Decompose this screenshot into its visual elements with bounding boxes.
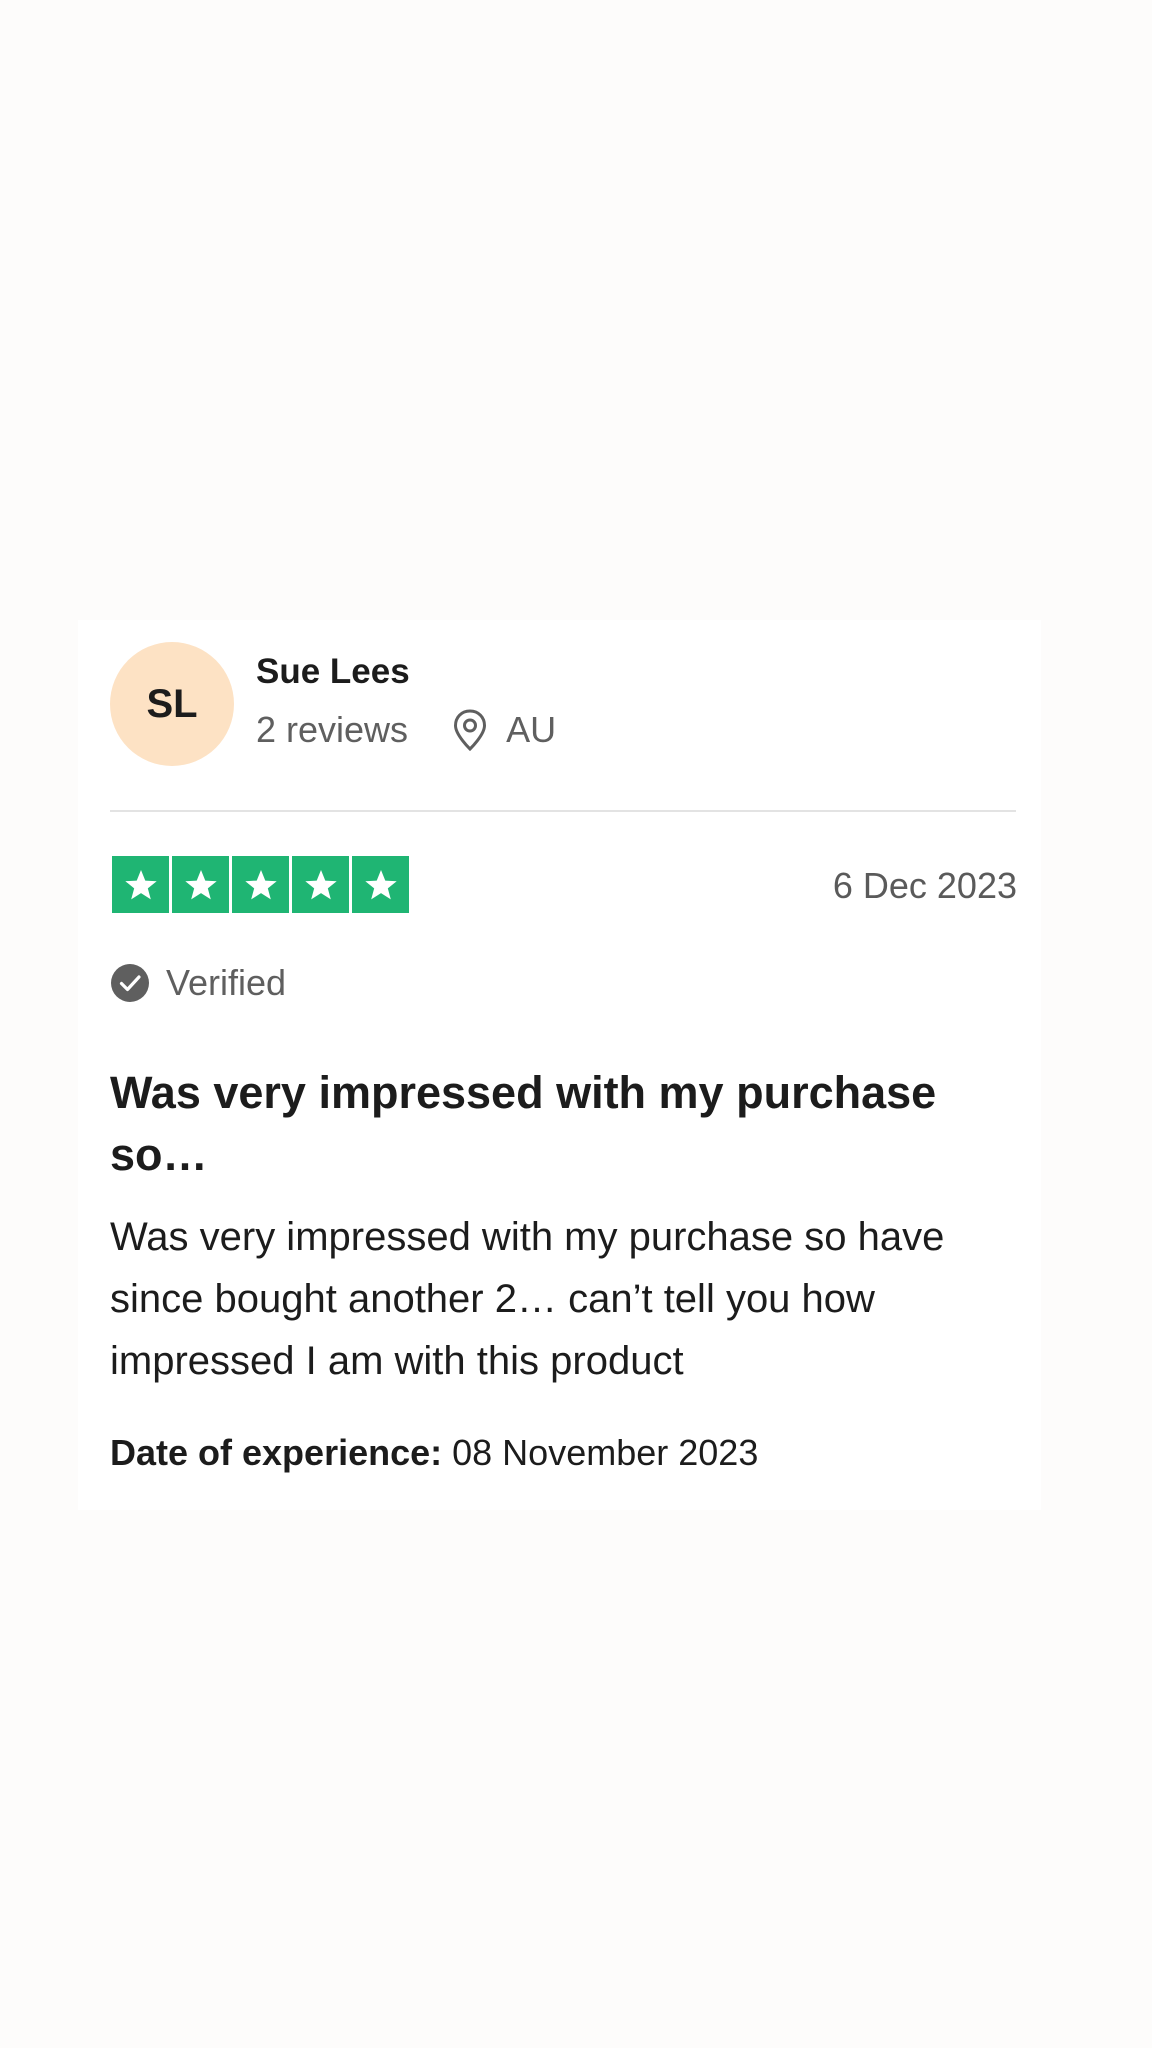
reviewer-location: AU bbox=[506, 709, 557, 750]
experience-label: Date of experience: bbox=[110, 1432, 443, 1473]
star-icon bbox=[232, 856, 289, 913]
star-icon bbox=[172, 856, 229, 913]
verified-check-icon bbox=[110, 963, 150, 1003]
star-icon bbox=[352, 856, 409, 913]
review-body: Was very impressed with my purchase so h… bbox=[110, 1215, 945, 1383]
review-count: 2 reviews bbox=[256, 709, 409, 750]
review-title[interactable]: Was very impressed with my purchase so… bbox=[110, 1062, 1030, 1186]
date-of-experience: Date of experience: 08 November 2023 bbox=[110, 1432, 758, 1474]
reviewer-name[interactable]: Sue Lees bbox=[256, 652, 410, 692]
location-pin-icon bbox=[452, 708, 488, 752]
star-icon bbox=[292, 856, 349, 913]
review-date: 6 Dec 2023 bbox=[832, 865, 1017, 906]
divider bbox=[110, 810, 1016, 812]
avatar[interactable]: SL bbox=[110, 642, 234, 766]
verified-label: Verified bbox=[166, 962, 287, 1003]
star-rating bbox=[112, 856, 409, 913]
avatar-initials: SL bbox=[146, 681, 198, 726]
star-icon bbox=[112, 856, 169, 913]
verified-badge[interactable]: Verified bbox=[110, 962, 286, 1004]
experience-date: 08 November 2023 bbox=[452, 1432, 759, 1473]
reviewer-meta: 2 reviews AU bbox=[256, 708, 556, 752]
review-card: SL Sue Lees 2 reviews AU 6 Dec 2023 Veri… bbox=[78, 620, 1041, 1510]
